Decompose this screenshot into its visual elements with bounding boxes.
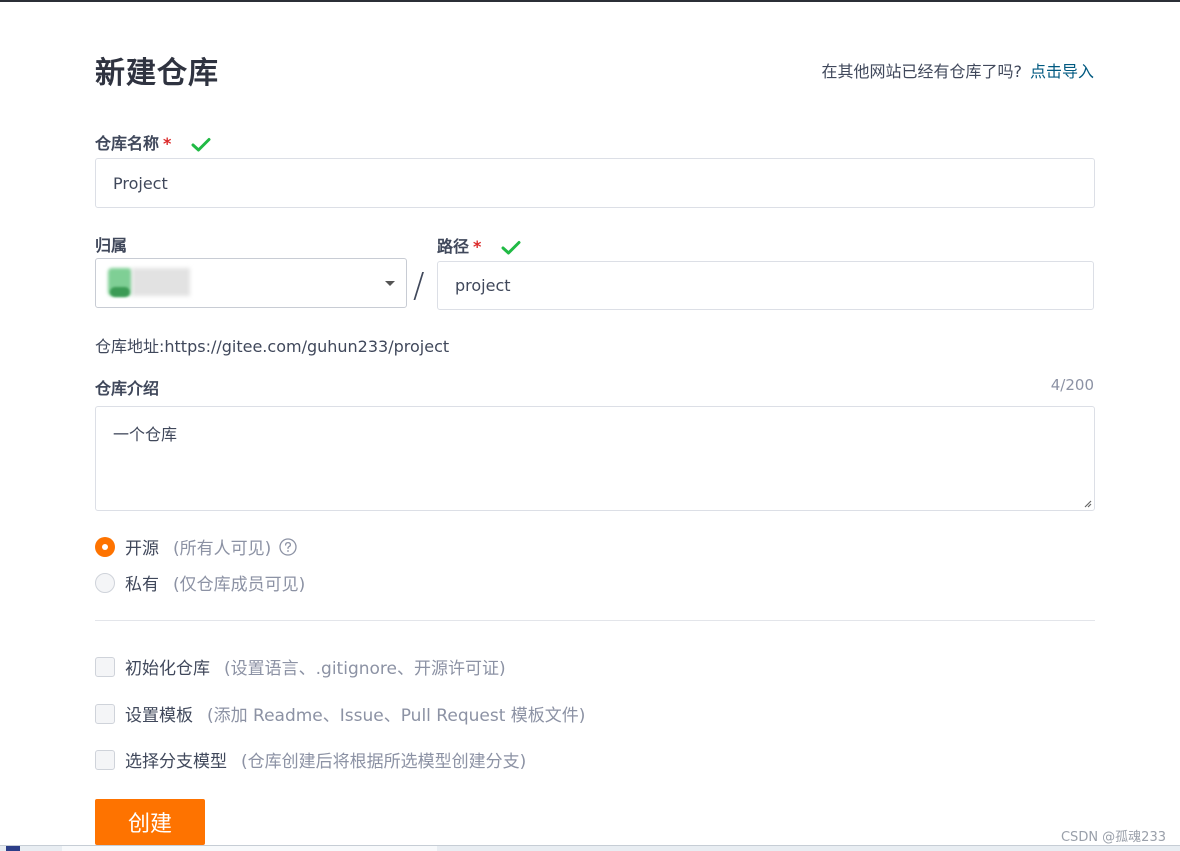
init-repo-checkbox[interactable] xyxy=(95,656,115,677)
repo-url: 仓库地址:https://gitee.com/guhun233/project xyxy=(95,337,450,356)
watermark: CSDN @孤魂233 xyxy=(1060,830,1166,845)
visibility-private-option[interactable]: 私有 (仅仓库成员可见) xyxy=(95,570,305,595)
repo-name-label-text: 仓库名称 xyxy=(95,134,160,153)
radio-selected[interactable] xyxy=(95,536,115,557)
required-mark: * xyxy=(163,134,172,153)
visibility-private-hint: (仅仓库成员可见) xyxy=(173,575,306,595)
visibility-public-label: 开源 xyxy=(125,539,159,559)
owner-name-redacted xyxy=(132,268,190,296)
import-link[interactable]: 点击导入 xyxy=(1030,62,1094,81)
owner-avatar-accent xyxy=(110,287,130,297)
branch-model-hint: (仓库创建后将根据所选模型创建分支) xyxy=(241,752,527,772)
branch-model-label: 选择分支模型 xyxy=(125,752,227,772)
taskbar-icon[interactable] xyxy=(6,846,20,851)
branch-model-option[interactable]: 选择分支模型 (仓库创建后将根据所选模型创建分支) xyxy=(95,747,526,772)
repo-name-label: 仓库名称 * xyxy=(95,130,211,154)
init-repo-option[interactable]: 初始化仓库 (设置语言、.gitignore、开源许可证) xyxy=(95,654,506,679)
visibility-public-hint: (所有人可见) xyxy=(173,539,272,559)
path-separator: / xyxy=(413,266,425,306)
import-prompt-text: 在其他网站已经有仓库了吗? xyxy=(821,62,1022,81)
init-repo-hint: (设置语言、.gitignore、开源许可证) xyxy=(224,659,506,679)
template-label: 设置模板 xyxy=(125,706,193,726)
caret-down-icon xyxy=(385,281,395,286)
create-button[interactable]: 创建 xyxy=(95,799,205,845)
taskbar-window[interactable] xyxy=(62,846,437,851)
owner-select[interactable] xyxy=(95,258,407,308)
top-border xyxy=(0,0,1180,2)
description-label: 仓库介绍 xyxy=(95,379,160,398)
template-hint: (添加 Readme、Issue、Pull Request 模板文件) xyxy=(207,706,586,726)
path-label-text: 路径 xyxy=(437,237,470,256)
resize-grip-icon[interactable] xyxy=(1082,498,1092,508)
description-counter: 4/200 xyxy=(1050,376,1094,394)
check-icon xyxy=(191,137,211,151)
taskbar xyxy=(0,845,1180,851)
repo-name-input[interactable] xyxy=(95,158,1095,208)
visibility-public-option[interactable]: 开源 (所有人可见) xyxy=(95,534,297,559)
import-prompt: 在其他网站已经有仓库了吗? 点击导入 xyxy=(821,58,1094,82)
path-input[interactable] xyxy=(437,261,1094,310)
radio-unselected[interactable] xyxy=(95,572,115,593)
required-mark: * xyxy=(473,237,482,256)
owner-label: 归属 xyxy=(95,236,128,255)
init-repo-label: 初始化仓库 xyxy=(125,659,210,679)
template-checkbox[interactable] xyxy=(95,703,115,724)
visibility-private-label: 私有 xyxy=(125,575,159,595)
check-icon xyxy=(501,240,521,254)
page-title: 新建仓库 xyxy=(95,56,219,91)
branch-model-checkbox[interactable] xyxy=(95,749,115,770)
description-textarea[interactable]: 一个仓库 xyxy=(95,406,1095,511)
divider xyxy=(95,620,1095,621)
path-label: 路径 * xyxy=(437,233,521,257)
template-option[interactable]: 设置模板 (添加 Readme、Issue、Pull Request 模板文件) xyxy=(95,701,585,726)
help-icon[interactable] xyxy=(279,537,297,556)
